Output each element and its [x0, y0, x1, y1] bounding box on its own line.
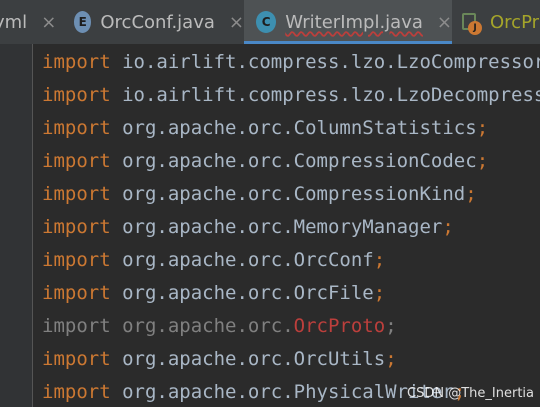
unresolved-class: OrcProto	[293, 315, 386, 337]
close-icon[interactable]: ×	[41, 12, 56, 33]
tab-label: yml	[0, 11, 28, 33]
tab-label: WriterImpl.java	[285, 11, 423, 33]
tab-label: OrcPr	[490, 11, 540, 33]
code-line: import org.apache.orc.OrcFile;	[42, 282, 386, 304]
code-line-unused-import: import org.apache.orc.OrcProto;	[42, 315, 397, 337]
java-file-icon: J	[460, 11, 482, 35]
tab-orcproto[interactable]: J OrcPr	[452, 0, 540, 44]
code-line: import io.airlift.compress.lzo.LzoDecomp…	[42, 84, 540, 106]
code-editor[interactable]: import io.airlift.compress.lzo.LzoCompre…	[33, 44, 540, 407]
watermark: CSDN @The_Inertia	[407, 386, 534, 401]
code-line: import org.apache.orc.CompressionCodec;	[42, 150, 489, 172]
code-line: import io.airlift.compress.lzo.LzoCompre…	[42, 51, 540, 73]
code-line: import org.apache.orc.MemoryManager;	[42, 216, 454, 238]
tab-writerimpl[interactable]: C WriterImpl.java ×	[244, 0, 452, 44]
code-line: import org.apache.orc.OrcUtils;	[42, 348, 397, 370]
editor-tab-bar: yml × E OrcConf.java × C WriterImpl.java…	[0, 0, 540, 44]
code-line: import org.apache.orc.PhysicalWriter;	[42, 381, 466, 403]
close-icon[interactable]: ×	[229, 12, 244, 33]
tab-yml[interactable]: yml ×	[0, 0, 60, 44]
line-gutter	[0, 44, 33, 407]
code-line: import org.apache.orc.ColumnStatistics;	[42, 117, 489, 139]
tab-orcconf[interactable]: E OrcConf.java ×	[66, 0, 244, 44]
tab-label: OrcConf.java	[100, 11, 215, 33]
close-icon[interactable]: ×	[437, 12, 452, 33]
class-file-icon: C	[256, 11, 277, 33]
code-line: import org.apache.orc.CompressionKind;	[42, 183, 477, 205]
enum-file-icon: E	[74, 11, 92, 33]
code-line: import org.apache.orc.OrcConf;	[42, 249, 386, 271]
